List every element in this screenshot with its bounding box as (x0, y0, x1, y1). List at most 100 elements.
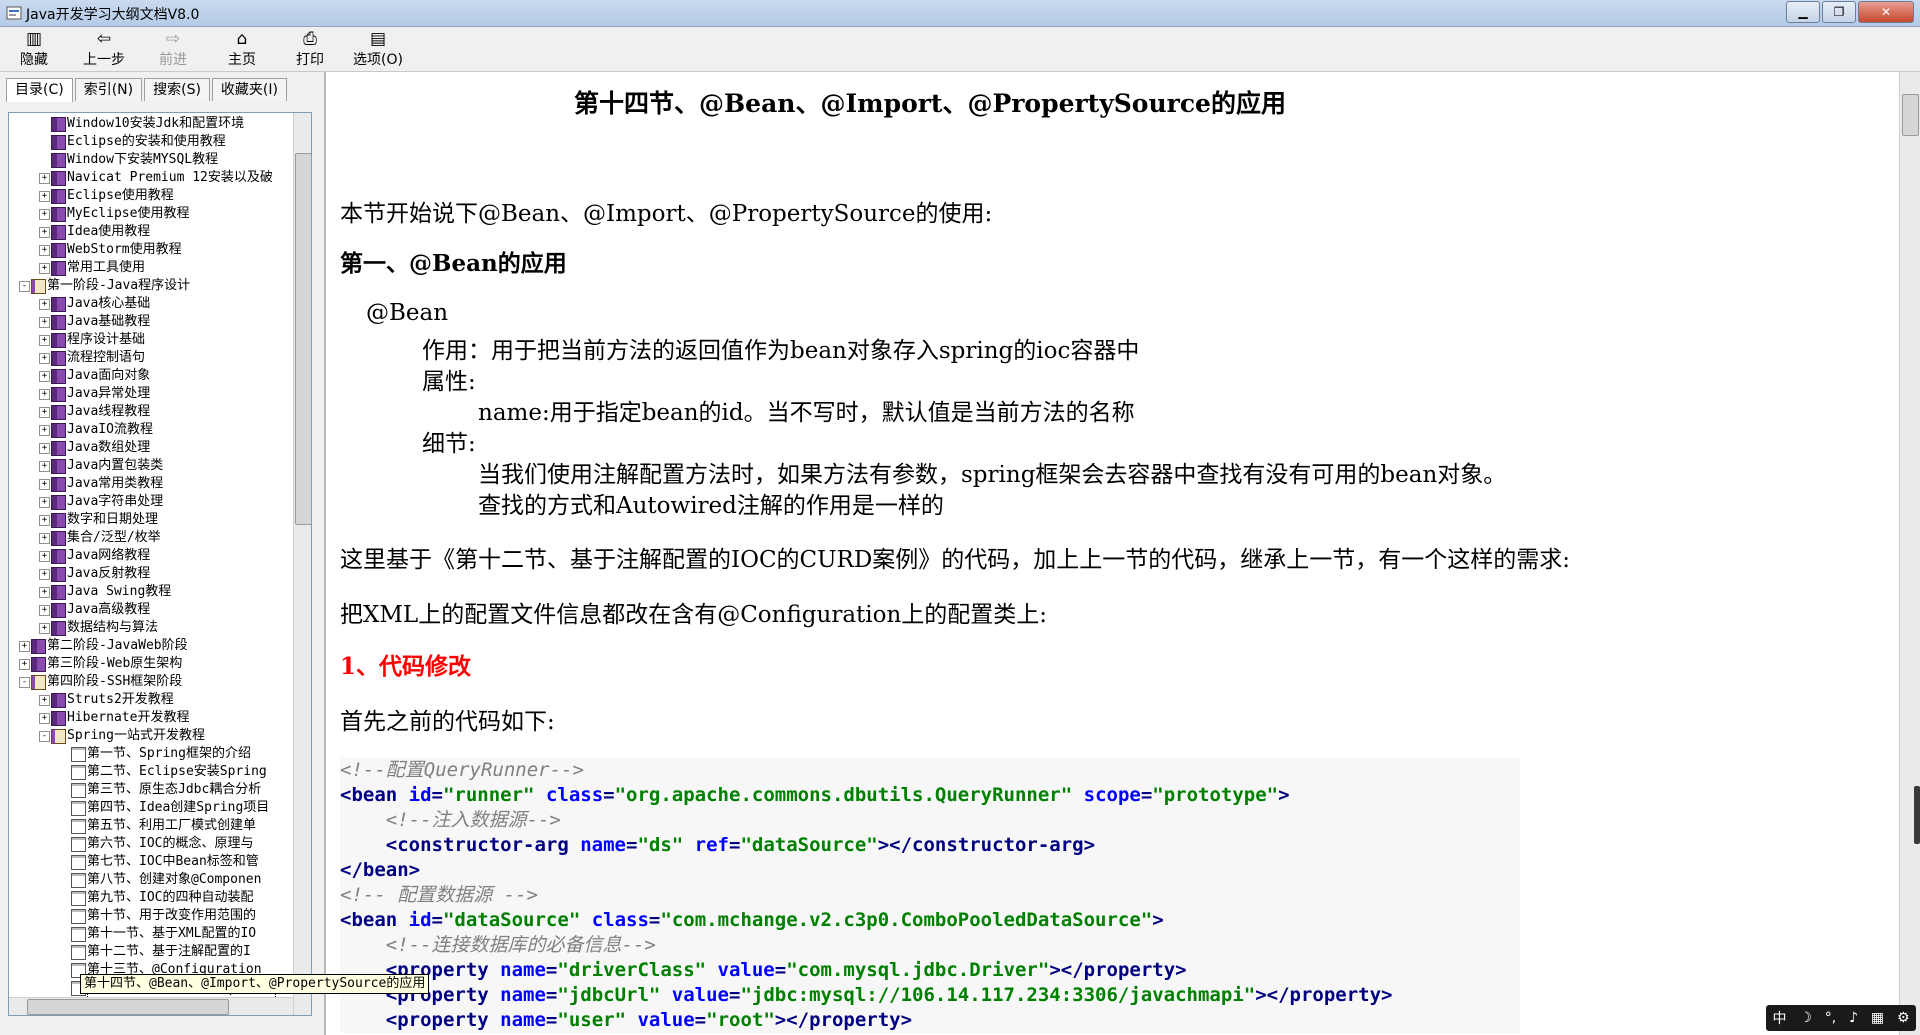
tree-item[interactable]: 第四节、Idea创建Spring项目 (9, 799, 291, 817)
ime-punctuation-icon[interactable]: °, (1825, 1010, 1836, 1026)
tree-item[interactable]: + Java线程教程 (9, 403, 291, 421)
expand-icon[interactable]: + (39, 461, 50, 472)
expand-icon[interactable]: + (39, 551, 50, 562)
expand-icon[interactable]: + (39, 695, 50, 706)
tree-item[interactable]: 第十一节、基于XML配置的IO (9, 925, 291, 943)
options-button[interactable]: ▤ 选项(O) (346, 29, 410, 69)
tree-item[interactable]: 第五节、利用工厂模式创建单 (9, 817, 291, 835)
restore-button[interactable]: ❐ (1822, 1, 1856, 23)
tree-item[interactable]: 第一节、Spring框架的介绍 (9, 745, 291, 763)
tree-item[interactable]: + Eclipse使用教程 (9, 187, 291, 205)
hide-button[interactable]: ▥ 隐藏 (2, 29, 66, 69)
tree-item[interactable]: - 第一阶段-Java程序设计 (9, 277, 291, 295)
tree-vertical-scrollbar[interactable] (293, 113, 311, 1015)
minimize-button[interactable]: ▁ (1786, 1, 1820, 23)
expand-icon[interactable]: + (39, 389, 50, 400)
tree-item[interactable]: 第三节、原生态Jdbc耦合分析 (9, 781, 291, 799)
expand-icon[interactable]: + (39, 173, 50, 184)
tree-item[interactable]: + Navicat Premium 12安装以及破 (9, 169, 291, 187)
expand-icon[interactable]: + (39, 479, 50, 490)
expand-icon[interactable]: + (39, 371, 50, 382)
tree-item[interactable]: + Java Swing教程 (9, 583, 291, 601)
tree-item[interactable]: Window10安装Jdk和配置环境 (9, 115, 291, 133)
tree-item[interactable]: 第九节、IOC的四种自动装配 (9, 889, 291, 907)
expand-icon[interactable]: + (39, 605, 50, 616)
tree-item[interactable]: + MyEclipse使用教程 (9, 205, 291, 223)
expand-icon[interactable]: + (39, 191, 50, 202)
tree-item[interactable]: + 数据结构与算法 (9, 619, 291, 637)
tree-item[interactable]: + Java字符串处理 (9, 493, 291, 511)
expand-icon[interactable]: + (19, 641, 30, 652)
tree-item[interactable]: 第六节、IOC的概念、原理与 (9, 835, 291, 853)
tree-item[interactable]: + 常用工具使用 (9, 259, 291, 277)
tree-item[interactable]: + Java数组处理 (9, 439, 291, 457)
tree-item[interactable]: + Java面向对象 (9, 367, 291, 385)
tab-favorites[interactable]: 收藏夹(I) (211, 78, 287, 101)
ime-keyboard-icon[interactable]: ▦ (1871, 1010, 1884, 1026)
tree-item[interactable]: 第二节、Eclipse安装Spring (9, 763, 291, 781)
tree-item[interactable]: + Java核心基础 (9, 295, 291, 313)
tree-item[interactable]: - Spring一站式开发教程 (9, 727, 291, 745)
tree-item[interactable]: + 集合/泛型/枚举 (9, 529, 291, 547)
expand-icon[interactable]: + (39, 227, 50, 238)
side-handle[interactable] (1914, 786, 1920, 844)
tab-index[interactable]: 索引(N) (74, 78, 143, 101)
tree-item[interactable]: + JavaIO流教程 (9, 421, 291, 439)
expand-icon[interactable]: + (39, 713, 50, 724)
ime-mic-icon[interactable]: ♪ (1849, 1010, 1858, 1026)
expand-icon[interactable]: + (19, 659, 30, 670)
expand-icon[interactable]: + (39, 335, 50, 346)
tree-item[interactable]: + Idea使用教程 (9, 223, 291, 241)
back-button[interactable]: ⇦ 上一步 (72, 29, 136, 69)
collapse-icon[interactable]: - (19, 281, 30, 292)
expand-icon[interactable]: + (39, 587, 50, 598)
document-scroll-thumb[interactable] (1902, 94, 1919, 136)
tree-item[interactable]: + Java网络教程 (9, 547, 291, 565)
tree-item[interactable]: + Java反射教程 (9, 565, 291, 583)
tree-item[interactable]: + Hibernate开发教程 (9, 709, 291, 727)
expand-icon[interactable]: + (39, 209, 50, 220)
ime-chinese-mode-icon[interactable]: 中 (1772, 1008, 1786, 1028)
tree-item[interactable]: + 第二阶段-JavaWeb阶段 (9, 637, 291, 655)
expand-icon[interactable]: + (39, 569, 50, 580)
tree-item[interactable]: + Java高级教程 (9, 601, 291, 619)
tree-item[interactable]: + 第三阶段-Web原生架构 (9, 655, 291, 673)
tree-item[interactable]: + Java内置包装类 (9, 457, 291, 475)
collapse-icon[interactable]: - (39, 731, 50, 742)
tree-item[interactable]: + Struts2开发教程 (9, 691, 291, 709)
expand-icon[interactable]: + (39, 497, 50, 508)
tree-hscroll-thumb[interactable] (27, 999, 229, 1015)
tree-item[interactable]: + 流程控制语句 (9, 349, 291, 367)
expand-icon[interactable]: + (39, 533, 50, 544)
expand-icon[interactable]: + (39, 425, 50, 436)
expand-icon[interactable]: + (39, 515, 50, 526)
expand-icon[interactable]: + (39, 299, 50, 310)
expand-icon[interactable]: + (39, 245, 50, 256)
tree-item[interactable]: + 程序设计基础 (9, 331, 291, 349)
tab-contents[interactable]: 目录(C) (6, 78, 73, 102)
forward-button[interactable]: ⇨ 前进 (141, 29, 205, 69)
expand-icon[interactable]: + (39, 353, 50, 364)
tree-item[interactable]: - 第四阶段-SSH框架阶段 (9, 673, 291, 691)
print-button[interactable]: ⎙ 打印 (278, 29, 342, 69)
expand-icon[interactable]: + (39, 443, 50, 454)
ime-toolbar[interactable]: 中 ☽ °, ♪ ▦ ⚙ (1766, 1005, 1916, 1031)
expand-icon[interactable]: + (39, 623, 50, 634)
tree-item[interactable]: + Java基础教程 (9, 313, 291, 331)
tree-item[interactable]: 第七节、IOC中Bean标签和管 (9, 853, 291, 871)
tree-item[interactable]: + WebStorm使用教程 (9, 241, 291, 259)
tree-item[interactable]: 第八节、创建对象@Componen (9, 871, 291, 889)
tree-item[interactable]: 第十节、用于改变作用范围的 (9, 907, 291, 925)
tree-item[interactable]: + Java常用类教程 (9, 475, 291, 493)
expand-icon[interactable]: + (39, 407, 50, 418)
tree-item[interactable]: Window下安装MYSQL教程 (9, 151, 291, 169)
tree-scroll-thumb[interactable] (295, 153, 311, 525)
tree-horizontal-scrollbar[interactable] (9, 997, 293, 1015)
close-button[interactable]: ✕ (1858, 1, 1914, 23)
document-vertical-scrollbar[interactable] (1899, 72, 1920, 1035)
tree-item[interactable]: + Java异常处理 (9, 385, 291, 403)
collapse-icon[interactable]: - (19, 677, 30, 688)
expand-icon[interactable]: + (39, 263, 50, 274)
tree-item[interactable]: + 数字和日期处理 (9, 511, 291, 529)
expand-icon[interactable]: + (39, 317, 50, 328)
